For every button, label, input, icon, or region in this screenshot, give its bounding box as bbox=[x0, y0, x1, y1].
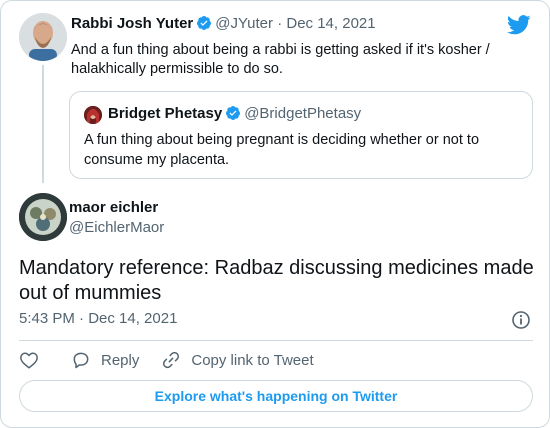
embedded-tweet-card: Rabbi Josh Yuter @JYuter · Dec 14, 2021 A… bbox=[0, 0, 550, 428]
author-name[interactable]: Rabbi Josh Yuter bbox=[71, 15, 193, 32]
info-icon[interactable] bbox=[511, 310, 531, 335]
explore-twitter-button[interactable]: Explore what's happening on Twitter bbox=[19, 380, 533, 412]
reply-bubble-icon bbox=[73, 352, 89, 369]
main-tweet-text: Mandatory reference: Radbaz discussing m… bbox=[19, 257, 534, 304]
like-button[interactable] bbox=[19, 351, 49, 369]
quoted-tweet-text: A fun thing about being pregnant is deci… bbox=[84, 132, 480, 168]
quoted-tweet-header: Bridget Phetasy @BridgetPhetasy bbox=[108, 105, 361, 125]
copy-link-button[interactable]: Copy link to Tweet bbox=[161, 350, 314, 370]
tweet-date[interactable]: Dec 14, 2021 bbox=[286, 15, 375, 32]
reply-label: Reply bbox=[101, 351, 140, 369]
verified-badge-icon bbox=[196, 15, 212, 35]
reply-author-handle[interactable]: @EichlerMaor bbox=[69, 219, 164, 236]
reply-button[interactable]: Reply bbox=[71, 350, 139, 370]
verified-badge-icon bbox=[225, 105, 241, 125]
quoted-author-handle[interactable]: @BridgetPhetasy bbox=[244, 105, 361, 122]
author-handle[interactable]: @JYuter bbox=[215, 15, 273, 32]
divider bbox=[19, 340, 533, 341]
heart-icon bbox=[20, 352, 38, 369]
quoting-tweet-header: Rabbi Josh Yuter @JYuter · Dec 14, 2021 bbox=[71, 15, 376, 35]
avatar-bridget-phetasy[interactable] bbox=[84, 106, 102, 124]
tweet-timestamp[interactable]: 5:43 PM · Dec 14, 2021 bbox=[19, 310, 177, 327]
quoted-tweet-card[interactable]: Bridget Phetasy @BridgetPhetasy A fun thi… bbox=[69, 91, 533, 179]
thread-connector-line bbox=[42, 65, 44, 183]
separator-dot: · bbox=[277, 15, 283, 32]
copy-link-label: Copy link to Tweet bbox=[191, 351, 314, 369]
avatar-rabbi-josh-yuter[interactable] bbox=[19, 13, 67, 61]
avatar-maor-eichler[interactable] bbox=[19, 193, 67, 241]
quoting-tweet-text: And a fun thing about being a rabbi is g… bbox=[71, 42, 490, 77]
tweet-actions-bar: Reply Copy link to Tweet bbox=[19, 349, 336, 371]
quoted-author-name[interactable]: Bridget Phetasy bbox=[108, 105, 222, 122]
twitter-bird-icon[interactable] bbox=[507, 15, 531, 40]
link-icon bbox=[163, 351, 180, 369]
reply-author-name[interactable]: maor eichler bbox=[69, 199, 158, 216]
